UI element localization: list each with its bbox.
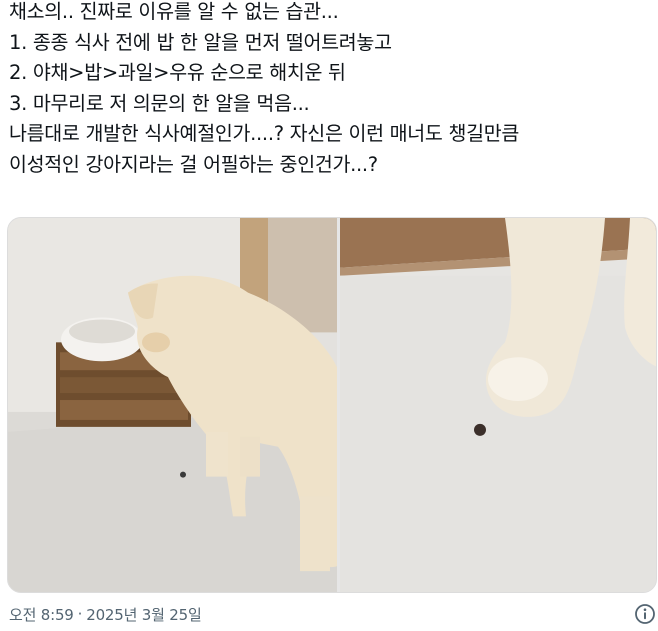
- post-time[interactable]: 오전 8:59: [9, 604, 74, 625]
- post-date[interactable]: 2025년 3월 25일: [86, 604, 202, 625]
- post-text: 채소의.. 진짜로 이유를 알 수 없는 습관... 1. 종종 식사 전에 밥…: [9, 0, 654, 180]
- post-line: 2. 야채>밥>과일>우유 순으로 해치운 뒤: [9, 61, 346, 84]
- post-line: 채소의.. 진짜로 이유를 알 수 없는 습관...: [9, 0, 339, 23]
- post-line: 이성적인 강아지라는 걸 어필하는 중인건가...?: [9, 152, 378, 176]
- photo-dog-eating[interactable]: [8, 218, 337, 592]
- dog-eating-image: [8, 218, 337, 592]
- dog-paws-image: [340, 218, 656, 592]
- media-grid: [7, 217, 657, 593]
- info-icon[interactable]: [634, 603, 656, 625]
- meta-separator: ·: [77, 605, 83, 623]
- photo-dog-paws[interactable]: [340, 218, 656, 592]
- post-line: 1. 종종 식사 전에 밥 한 알을 먼저 떨어트려놓고: [9, 30, 392, 54]
- post-line: 3. 마무리로 저 의문의 한 알을 먹음...: [9, 91, 310, 115]
- post-line: 나름대로 개발한 식사예절인가....? 자신은 이런 매너도 챙길만큼: [9, 122, 520, 145]
- post-meta: 오전 8:59 · 2025년 3월 25일: [9, 603, 202, 625]
